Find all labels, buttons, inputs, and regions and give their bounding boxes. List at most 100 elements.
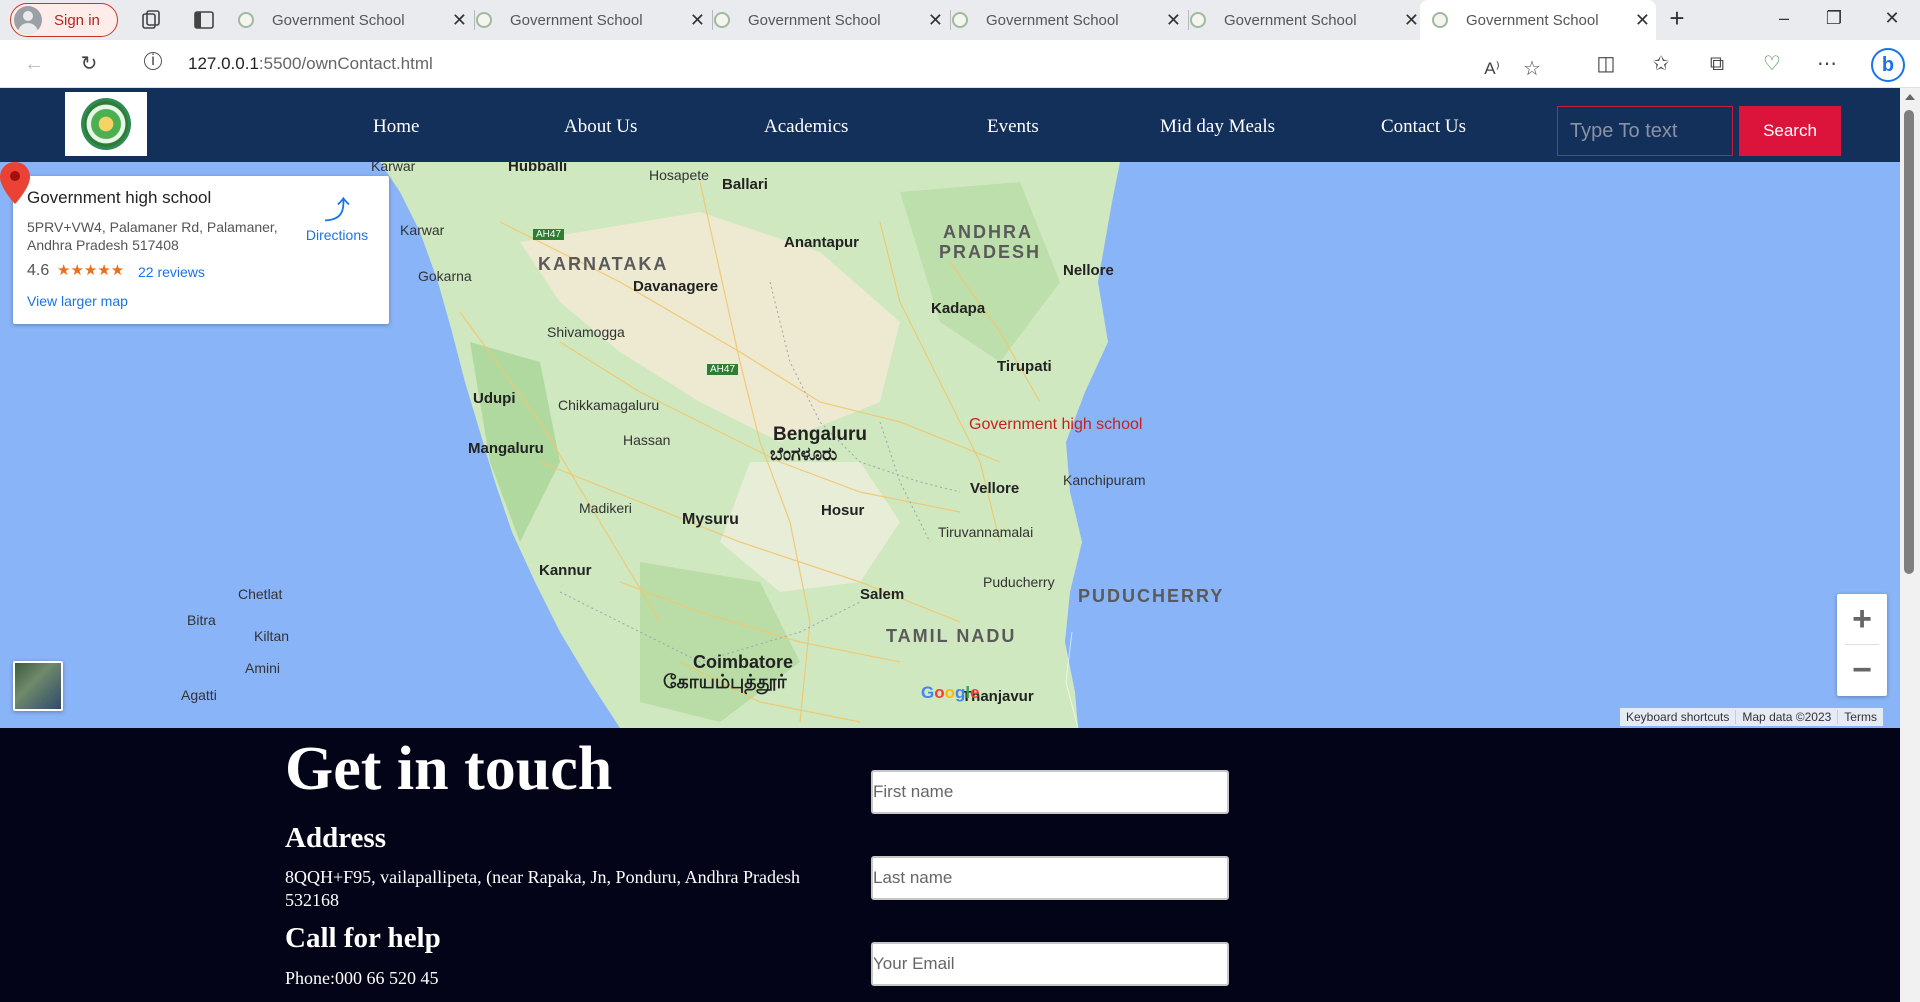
url-field[interactable]: i 127.0.0.1:5500/ownContact.html A⁾ ☆ — [124, 45, 1574, 83]
nav-contact-us[interactable]: Contact Us — [1381, 116, 1466, 138]
map-label: Ballari — [722, 176, 768, 193]
close-window-icon[interactable]: ✕ — [1880, 8, 1904, 29]
search-input[interactable] — [1557, 106, 1733, 156]
new-tab-icon[interactable]: + — [1665, 3, 1689, 34]
directions-label: Directions — [305, 227, 369, 243]
close-tab-icon[interactable]: ✕ — [1166, 10, 1181, 31]
highway-shield: AH47 — [533, 229, 565, 240]
close-tab-icon[interactable]: ✕ — [1635, 10, 1650, 31]
close-tab-icon[interactable]: ✕ — [690, 10, 705, 31]
browser-essentials-icon[interactable]: ♡ — [1760, 52, 1784, 76]
site-info-icon[interactable]: i — [144, 52, 162, 70]
map-label: Chikkamagaluru — [558, 397, 660, 413]
school-logo[interactable] — [65, 92, 147, 156]
address-heading: Address — [285, 822, 386, 854]
map-label: Shivamogga — [547, 324, 625, 340]
keyboard-shortcuts-link[interactable]: Keyboard shortcuts — [1620, 710, 1737, 724]
map-label: Hosur — [821, 502, 865, 519]
embedded-map[interactable]: Karwar Hubballi Hosapete Ballari Karwar … — [0, 162, 1900, 728]
bing-copilot-icon[interactable]: b — [1871, 48, 1905, 82]
restore-icon[interactable]: ❐ — [1822, 8, 1846, 29]
last-name-field[interactable] — [871, 856, 1229, 900]
view-larger-map-link[interactable]: View larger map — [27, 293, 128, 309]
nav-about-us[interactable]: About Us — [564, 116, 637, 138]
read-aloud-icon[interactable]: A⁾ — [1480, 57, 1504, 81]
map-label: Kadapa — [931, 300, 986, 317]
browser-tab-active[interactable]: Government School ✕ — [1420, 0, 1656, 40]
map-label: Vellore — [970, 480, 1020, 497]
map-label: Tiruvannamalai — [938, 524, 1034, 540]
map-data-text: Map data ©2023 — [1736, 710, 1839, 724]
url-path: :5500/ownContact.html — [258, 54, 433, 73]
workspaces-icon[interactable] — [139, 8, 163, 32]
map-label-city: Coimbatore — [693, 652, 794, 672]
address-text: 8QQH+F95, vailapallipeta, (near Rapaka, … — [285, 867, 801, 910]
map-label: Kiltan — [254, 628, 290, 644]
sign-in-button[interactable]: Sign in — [10, 3, 118, 37]
url-text: 127.0.0.1:5500/ownContact.html — [188, 54, 433, 74]
satellite-toggle[interactable] — [13, 661, 63, 711]
browser-tab[interactable]: Government School ✕ — [238, 0, 475, 40]
favorite-star-icon[interactable]: ☆ — [1520, 57, 1544, 81]
zoom-control: + − — [1837, 594, 1887, 696]
zoom-in-button[interactable]: + — [1837, 594, 1887, 644]
scrollbar-thumb[interactable] — [1904, 110, 1914, 574]
page-scrollbar[interactable] — [1900, 88, 1920, 1002]
browser-tab[interactable]: Government School ✕ — [714, 0, 951, 40]
refresh-icon[interactable]: ↻ — [77, 52, 101, 76]
contact-heading: Get in touch — [285, 735, 613, 803]
zoom-out-button[interactable]: − — [1837, 645, 1887, 695]
place-title: Government high school — [27, 188, 212, 207]
directions-icon: ⤴ — [323, 195, 350, 225]
favorites-icon[interactable]: ✩ — [1649, 52, 1673, 76]
url-host: 127.0.0.1 — [188, 54, 259, 73]
pin-label[interactable]: Government high school — [969, 416, 1142, 434]
first-name-field[interactable] — [871, 770, 1229, 814]
map-label: Udupi — [473, 390, 516, 407]
directions-button[interactable]: ⤴ Directions — [297, 190, 377, 243]
map-label-state: ANDHRA — [943, 222, 1033, 242]
nav-events[interactable]: Events — [987, 116, 1039, 138]
favicon-icon — [238, 12, 254, 28]
search-button[interactable]: Search — [1739, 106, 1841, 156]
back-icon[interactable]: ← — [22, 52, 46, 76]
site-header: Home About Us Academics Events Mid day M… — [0, 88, 1920, 162]
map-label: Karwar — [371, 162, 416, 174]
map-pin-icon[interactable] — [0, 162, 30, 204]
map-label: Agatti — [181, 687, 217, 703]
favicon-icon — [952, 12, 968, 28]
map-label: Gokarna — [418, 268, 472, 284]
browser-tab[interactable]: Government School ✕ — [476, 0, 713, 40]
emblem-icon — [81, 98, 131, 150]
close-tab-icon[interactable]: ✕ — [928, 10, 943, 31]
scroll-up-icon[interactable] — [1905, 94, 1915, 100]
browser-tab-strip: Sign in Government School ✕ Government S… — [0, 0, 1920, 40]
close-tab-icon[interactable]: ✕ — [452, 10, 467, 31]
map-label-state: PUDUCHERRY — [1078, 586, 1225, 606]
nav-academics[interactable]: Academics — [764, 116, 848, 138]
favicon-icon — [1432, 12, 1448, 28]
email-field[interactable] — [871, 942, 1229, 986]
tab-separator — [1188, 10, 1189, 30]
map-label: Tirupati — [997, 358, 1052, 375]
browser-tab[interactable]: Government School ✕ — [1190, 0, 1425, 40]
close-tab-icon[interactable]: ✕ — [1404, 10, 1419, 31]
reviews-link[interactable]: 22 reviews — [138, 264, 205, 280]
split-screen-icon[interactable]: ◫ — [1594, 52, 1618, 76]
tab-separator — [712, 10, 713, 30]
map-label: Mysuru — [682, 511, 739, 528]
minimize-icon[interactable]: – — [1772, 8, 1796, 29]
map-label-city: Bengaluru — [773, 424, 867, 445]
favicon-icon — [1190, 12, 1206, 28]
terms-link[interactable]: Terms — [1838, 710, 1883, 724]
browser-tab[interactable]: Government School ✕ — [952, 0, 1189, 40]
favicon-icon — [476, 12, 492, 28]
map-label: Anantapur — [784, 234, 859, 251]
tab-actions-icon[interactable] — [192, 8, 216, 32]
nav-home[interactable]: Home — [373, 116, 419, 138]
profile-avatar-icon — [14, 6, 42, 34]
more-menu-icon[interactable]: ⋯ — [1815, 52, 1839, 76]
nav-mid-day-meals[interactable]: Mid day Meals — [1160, 116, 1275, 138]
collections-icon[interactable]: ⧉ — [1705, 52, 1729, 76]
phone-text: Phone:000 66 520 45 — [285, 968, 439, 988]
